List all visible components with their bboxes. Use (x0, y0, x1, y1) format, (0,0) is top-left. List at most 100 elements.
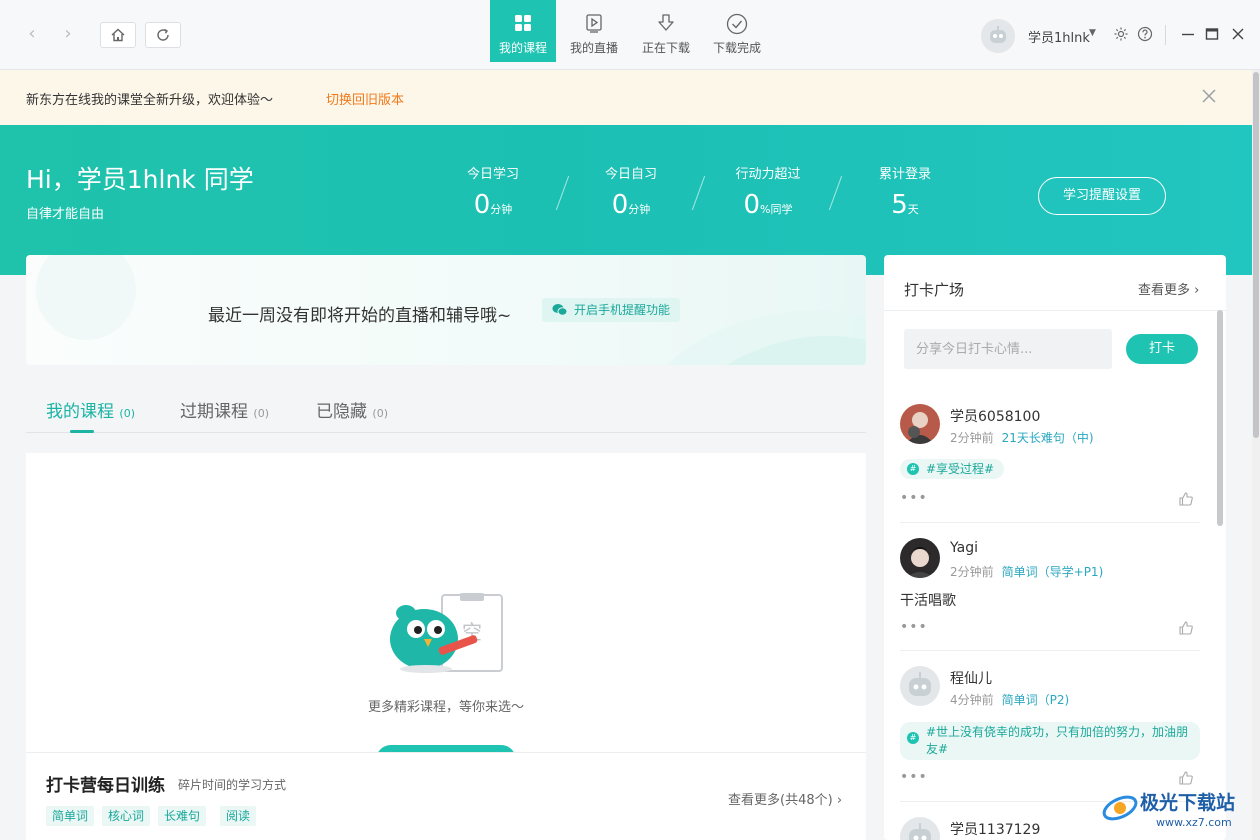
greeting: Hi，学员1hlnk 同学 (26, 165, 254, 194)
tab-my-live[interactable]: 我的直播 (561, 0, 627, 62)
post-course[interactable]: 简单词（P2) (1002, 693, 1070, 707)
avatar[interactable] (981, 19, 1015, 53)
motto: 自律才能自由 (26, 207, 105, 222)
decorative-wave (666, 310, 866, 365)
daily-training-camp: 打卡营每日训练 碎片时间的学习方式 查看更多(共48个) › 简单词 核心词 长… (26, 752, 866, 840)
stat-unit: 分钟 (628, 203, 651, 216)
gear-icon[interactable] (1113, 26, 1129, 42)
post-content: 干活唱歌 (900, 593, 956, 609)
tab-expired-courses[interactable]: 过期课程 (0) (180, 397, 269, 422)
checkin-button[interactable]: 打卡 (1126, 334, 1198, 364)
camp-chip[interactable]: 阅读 (220, 806, 257, 826)
back-arrow-icon[interactable]: ‹ (20, 22, 44, 46)
post-course[interactable]: 简单词（导学+P1) (1002, 565, 1104, 579)
camp-chip[interactable]: 长难句 (158, 806, 207, 826)
post-author: 程仙儿 (950, 671, 992, 687)
checkin-mood-input[interactable] (904, 329, 1112, 369)
wechat-icon (552, 304, 568, 316)
course-list-empty: 空 更多精彩课程，等你来选～ (26, 453, 866, 775)
hashtag-icon: # (907, 463, 919, 475)
tab-count: (0) (119, 407, 135, 420)
camp-title: 打卡营每日训练 (46, 776, 165, 796)
check-circle-icon (726, 13, 748, 35)
avatar[interactable] (900, 404, 940, 444)
close-icon[interactable] (1199, 86, 1219, 106)
help-icon[interactable] (1137, 26, 1153, 42)
camp-chip[interactable]: 简单词 (46, 806, 95, 826)
tab-downloading[interactable]: 正在下载 (633, 0, 699, 62)
avatar[interactable] (900, 538, 940, 578)
live-schedule-card: 最近一周没有即将开始的直播和辅导哦~ 开启手机提醒功能 (26, 255, 866, 365)
stat-value: 5 (891, 190, 908, 220)
study-reminder-button[interactable]: 学习提醒设置 (1038, 177, 1166, 215)
panel-scrollbar[interactable] (1217, 310, 1223, 526)
study-summary-banner: Hi，学员1hlnk 同学 自律才能自由 今日学习 0分钟 今日自习 0分钟 行… (0, 125, 1260, 275)
post-author: 学员1137129 (950, 822, 1041, 838)
stat-label: 累计登录 (878, 167, 931, 182)
maximize-icon[interactable] (1204, 26, 1220, 42)
tab-downloaded[interactable]: 下载完成 (704, 0, 770, 62)
more-label: 查看更多 (1138, 283, 1191, 298)
tab-my-courses[interactable]: 我的课程 (490, 0, 556, 62)
home-icon (111, 28, 125, 42)
thumbs-up-icon[interactable] (1178, 491, 1194, 507)
switch-old-version-link[interactable]: 切换回旧版本 (326, 89, 404, 108)
aurora-logo-icon (1102, 795, 1138, 821)
course-tabs: 我的课程 (0) 过期课程 (0) 已隐藏 (0) (26, 383, 866, 433)
window-scrollbar[interactable] (1253, 72, 1259, 438)
tab-label: 我的课程 (498, 41, 547, 55)
chevron-down-icon[interactable]: ▼ (1089, 28, 1096, 38)
robot-avatar-icon (909, 672, 931, 696)
tag-label: #世上没有侥幸的成功，只有加倍的努力，加油朋友# (926, 725, 1189, 756)
stat-today-self-study: 今日自习 0分钟 (576, 163, 686, 220)
close-icon[interactable] (1230, 26, 1246, 42)
more-options-icon[interactable]: ••• (900, 490, 928, 506)
tab-label: 我的直播 (569, 41, 618, 55)
refresh-icon (157, 28, 169, 41)
user-avatar-image (900, 404, 940, 444)
post-time: 2分钟前 (950, 565, 994, 579)
post-course[interactable]: 21天长难句（中) (1002, 431, 1094, 445)
post-time: 4分钟前 (950, 693, 994, 707)
stat-today-study: 今日学习 0分钟 (438, 163, 548, 220)
chevron-right-icon: › (1194, 283, 1200, 298)
tab-my-courses[interactable]: 我的课程 (0) (46, 397, 135, 422)
divider (555, 175, 570, 211)
download-icon (658, 14, 674, 31)
stat-unit: 天 (907, 203, 919, 216)
checkin-more-link[interactable]: 查看更多 › (1138, 279, 1199, 298)
stat-action-rank: 行动力超过 0%同学 (713, 163, 823, 220)
divider (1165, 25, 1166, 45)
minimize-icon[interactable] (1180, 26, 1196, 42)
more-options-icon[interactable]: ••• (900, 619, 928, 635)
robot-avatar-icon (909, 823, 931, 840)
refresh-button[interactable] (145, 22, 181, 48)
post-author: Yagi (950, 540, 978, 556)
post-topic-tag[interactable]: # #享受过程# (900, 459, 1005, 479)
chevron-right-icon: › (836, 793, 843, 808)
empty-message: 更多精彩课程，等你来选～ (367, 700, 524, 715)
title-bar: ‹ › 我的课程 我的直播 正在下载 下载完成 学员1hlnk ▼ (0, 0, 1260, 70)
thumbs-up-icon[interactable] (1178, 620, 1194, 636)
stat-value: 0 (743, 190, 761, 220)
avatar[interactable] (900, 817, 940, 840)
notice-text: 新东方在线我的课堂全新升级，欢迎体验～ (26, 93, 274, 108)
decorative-circle (36, 255, 136, 340)
enable-phone-reminder-button[interactable]: 开启手机提醒功能 (542, 298, 681, 322)
stat-value: 0 (611, 190, 629, 220)
avatar[interactable] (900, 666, 940, 706)
post-topic-tag[interactable]: # #世上没有侥幸的成功，只有加倍的努力，加油朋友# (900, 722, 1200, 760)
tab-label: 过期课程 (180, 402, 248, 422)
tab-hidden-courses[interactable]: 已隐藏 (0) (316, 397, 388, 422)
stat-label: 今日学习 (466, 167, 519, 182)
camp-chip[interactable]: 核心词 (102, 806, 151, 826)
camp-more-link[interactable]: 查看更多(共48个) › (728, 789, 842, 808)
tab-label: 我的课程 (46, 402, 114, 422)
forward-arrow-icon[interactable]: › (56, 22, 80, 46)
username[interactable]: 学员1hlnk (1028, 27, 1090, 46)
stat-login-days: 累计登录 5天 (850, 163, 960, 220)
home-button[interactable] (100, 22, 136, 48)
stat-label: 行动力超过 (735, 167, 801, 182)
more-options-icon[interactable]: ••• (900, 769, 928, 785)
checkin-post: Yagi 2分钟前 简单词（导学+P1) 干活唱歌 ••• (900, 538, 1202, 651)
